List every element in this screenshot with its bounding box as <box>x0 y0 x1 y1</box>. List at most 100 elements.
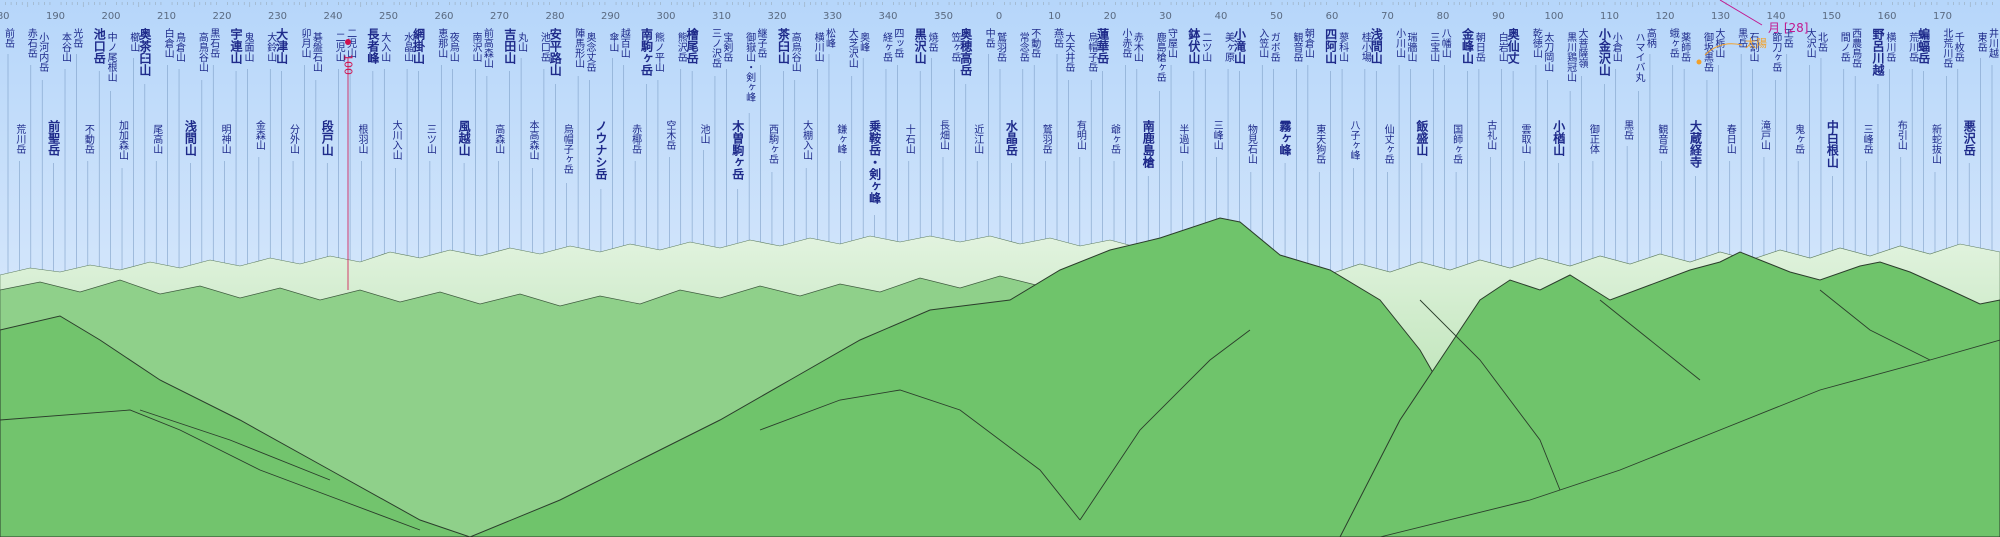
peak-label[interactable]: 小倉山 <box>1610 32 1622 62</box>
peak-label[interactable]: 八子ヶ峰 <box>1348 120 1360 160</box>
peak-label[interactable]: 御坂黒岳 <box>1701 31 1713 73</box>
peak-label[interactable]: 南沢山 <box>470 31 482 62</box>
peak-label[interactable]: 三ツ山 <box>424 124 436 154</box>
peak-label[interactable]: 朝日岳 <box>1473 32 1485 63</box>
peak-label[interactable]: 乗鞍岳・剣ヶ峰 <box>868 120 882 205</box>
peak-label[interactable]: 間ノ岳 <box>1838 32 1850 63</box>
peak-label[interactable]: 分外山 <box>288 124 300 154</box>
peak-label[interactable]: 春日山 <box>1724 124 1736 154</box>
peak-label[interactable]: ガボ岳 <box>1268 32 1280 63</box>
peak-label[interactable]: 赤木山 <box>1131 32 1143 62</box>
peak-label[interactable]: 不動岳 <box>1029 28 1041 59</box>
peak-label[interactable]: 加加森山 <box>117 120 129 160</box>
peak-label[interactable]: 四阿山 <box>1324 28 1338 65</box>
peak-label[interactable]: 茶臼山 <box>776 27 790 65</box>
peak-label[interactable]: 有明山 <box>1074 119 1086 150</box>
peak-label[interactable]: 常念岳 <box>1017 31 1029 63</box>
peak-label[interactable]: 入笠山 <box>1257 28 1269 58</box>
peak-label[interactable]: 蓼科山 <box>1337 31 1349 62</box>
peak-label[interactable]: 黒川鶏冠山 <box>1565 32 1577 82</box>
peak-label[interactable]: 千枚岳 <box>1952 32 1964 63</box>
peak-label[interactable]: 奥仙丈 <box>1506 27 1520 65</box>
peak-label[interactable]: 段戸山 <box>320 119 334 157</box>
peak-label[interactable]: 長者峰 <box>366 27 380 65</box>
peak-label[interactable]: 経ヶ岳 <box>880 31 892 63</box>
peak-label[interactable]: 仙丈ヶ岳 <box>1382 123 1394 165</box>
peak-label[interactable]: 滝戸山 <box>1758 120 1770 150</box>
peak-label[interactable]: 三峰山 <box>1211 120 1223 150</box>
peak-label[interactable]: 黒沢山 <box>913 28 927 65</box>
peak-label[interactable]: 小滝山 <box>1232 27 1246 65</box>
peak-label[interactable]: 横川山 <box>812 31 824 62</box>
peak-label[interactable]: 恵那山 <box>436 27 448 58</box>
peak-label[interactable]: 観音岳 <box>1656 123 1668 155</box>
peak-label[interactable]: 鬼面山 <box>242 31 254 62</box>
peak-label[interactable]: 横川岳 <box>1884 31 1896 63</box>
peak-label[interactable]: 南駒ヶ岳 <box>640 27 654 77</box>
peak-label[interactable]: 池口岳 <box>92 27 106 65</box>
peak-label[interactable]: 荒川岳 <box>14 124 26 155</box>
peak-label[interactable]: 本高森山 <box>527 119 539 160</box>
peak-label[interactable]: 布引山 <box>1895 120 1907 150</box>
peak-label[interactable]: 碁盤石山 <box>310 31 322 72</box>
peak-label[interactable]: 八幡山 <box>1439 28 1451 58</box>
peak-label[interactable]: 風越山 <box>457 120 471 157</box>
peak-label[interactable]: 水晶岳 <box>1004 119 1018 157</box>
peak-label[interactable]: 小楢山 <box>1552 119 1566 157</box>
peak-label[interactable]: 北岳 <box>1815 32 1827 53</box>
peak-label[interactable]: 大天井岳 <box>1063 31 1075 73</box>
peak-label[interactable]: 御嶽山・剣ヶ峰 <box>744 31 756 102</box>
peak-label[interactable]: 大川入山 <box>390 119 402 160</box>
peak-label[interactable]: 朝倉山 <box>1302 28 1314 58</box>
peak-label[interactable]: 熊ノ平山 <box>652 31 664 72</box>
peak-label[interactable]: 不動岳 <box>82 124 94 155</box>
peak-label[interactable]: 松峰 <box>823 27 835 48</box>
peak-label[interactable]: 蛾ヶ岳 <box>1667 27 1679 59</box>
peak-label[interactable]: 御正体 <box>1587 123 1599 155</box>
peak-label[interactable]: 高烏谷山 <box>789 31 801 72</box>
peak-label[interactable]: 高鳥谷山 <box>196 31 208 72</box>
peak-label[interactable]: 根羽山 <box>356 123 368 154</box>
peak-label[interactable]: 近江山 <box>972 123 984 154</box>
peak-label[interactable]: 大芝沢山 <box>846 27 858 68</box>
peak-label[interactable]: 檜尾岳 <box>685 27 699 65</box>
peak-label[interactable]: 守屋山 <box>1166 27 1178 58</box>
peak-label[interactable]: 黒岳 <box>1622 120 1634 141</box>
peak-label[interactable]: 鷲羽岳 <box>1040 123 1052 155</box>
peak-label[interactable]: 鉢伏山 <box>1187 27 1201 65</box>
peak-label[interactable]: 烏帽子ヶ岳 <box>561 123 573 175</box>
peak-label[interactable]: 鬼ヶ岳 <box>1793 123 1805 155</box>
peak-label[interactable]: 西駒ヶ岳 <box>766 124 778 165</box>
peak-label[interactable]: 爺ヶ岳 <box>1109 123 1121 155</box>
peak-label[interactable]: 丸山 <box>516 31 528 52</box>
peak-label[interactable]: 節刀ヶ岳 <box>1770 31 1782 73</box>
peak-label[interactable]: 大栃山 <box>1713 27 1725 58</box>
peak-label[interactable]: 鹿島槍ヶ岳 <box>1154 31 1166 83</box>
peak-label[interactable]: 赤石岳 <box>25 28 37 59</box>
peak-label[interactable]: ハマイバ丸 <box>1633 32 1645 82</box>
peak-label[interactable]: 宝剣岳 <box>721 31 733 63</box>
peak-label[interactable]: ノウナシ岳 <box>594 120 608 181</box>
peak-label[interactable]: 大菩薩嶺 <box>1576 27 1588 69</box>
peak-label[interactable]: 古礼山 <box>1485 119 1497 150</box>
peak-label[interactable]: 越百山 <box>618 27 630 58</box>
peak-label[interactable]: 乾徳山 <box>1530 27 1542 58</box>
peak-label[interactable]: 金森山 <box>253 119 265 150</box>
peak-label[interactable]: 霧ヶ峰 <box>1278 120 1292 157</box>
peak-label[interactable]: 中白根山 <box>1825 119 1839 169</box>
peak-label[interactable]: 小赤岳 <box>1120 28 1132 59</box>
peak-label[interactable]: 蝙蝠岳 <box>1917 27 1931 65</box>
peak-label[interactable]: 三峰岳 <box>1861 124 1873 155</box>
peak-label[interactable]: 前聖岳 <box>47 119 61 157</box>
peak-label[interactable]: 大棚入山 <box>801 119 813 160</box>
peak-label[interactable]: 大津山 <box>275 27 289 65</box>
peak-label[interactable]: 大蔵経寺 <box>1689 119 1703 169</box>
peak-label[interactable]: 陣馬形山 <box>573 27 585 68</box>
peak-label[interactable]: 四ッ岳 <box>892 28 904 59</box>
peak-label[interactable]: 吉田山 <box>503 27 517 65</box>
peak-label[interactable]: 野呂川越 <box>1871 28 1885 77</box>
peak-label[interactable]: 小河内岳 <box>37 32 49 73</box>
peak-label[interactable]: 悪沢岳 <box>1962 120 1976 157</box>
peak-label[interactable]: 白倉山 <box>162 27 174 58</box>
peak-label[interactable]: 鷲羽岳 <box>995 31 1007 63</box>
